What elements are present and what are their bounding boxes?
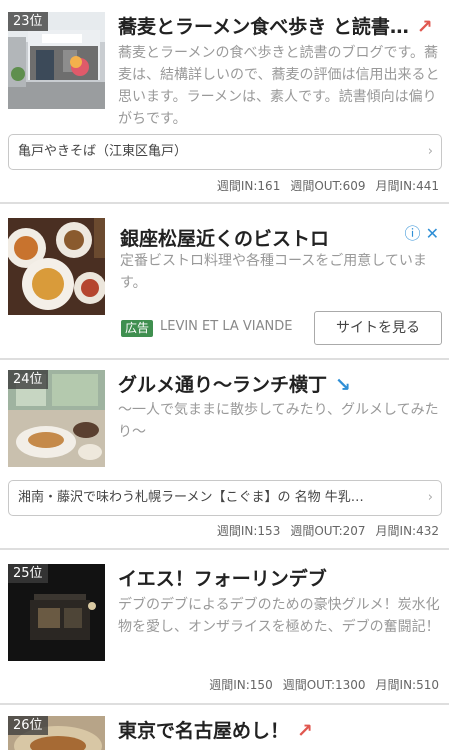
weekly-in: 週間IN:153 — [216, 524, 281, 538]
blog-title-text: 蕎麦とラーメン食べ歩き と読書… — [118, 16, 409, 38]
weekly-in: 週間IN:161 — [216, 179, 281, 193]
latest-article-link[interactable]: 湘南・藤沢で味わう札幌ラーメン【こぐま】の 名物 牛乳… › — [8, 480, 442, 516]
weekly-out: 週間OUT:1300 — [282, 678, 366, 692]
divider — [0, 202, 449, 204]
blog-thumbnail[interactable]: 25位 — [8, 564, 105, 661]
blog-title[interactable]: 東京で名古屋めし！ ↗ — [118, 718, 313, 744]
divider — [0, 703, 449, 705]
divider — [0, 548, 449, 550]
weekly-out: 週間OUT:609 — [290, 179, 366, 193]
blog-title[interactable]: イエス！フォーリンデブ — [118, 566, 327, 592]
latest-article-link[interactable]: 亀戸やきそば（江東区亀戸） › — [8, 134, 442, 170]
blog-title-text: 東京で名古屋めし！ — [118, 720, 290, 742]
blog-thumbnail[interactable]: 26位 — [8, 716, 105, 750]
blog-description: デブのデブによるデブのための豪快グルメ！炭水化物を愛し、オンザライスを極めた、デ… — [118, 597, 440, 635]
access-stats: 週間IN:161 週間OUT:609 月間IN:441 — [207, 177, 439, 194]
blog-thumbnail[interactable]: 24位 — [8, 370, 105, 467]
monthly-in: 月間IN:510 — [375, 678, 439, 692]
ad-image[interactable] — [8, 218, 105, 315]
chevron-right-icon: › — [427, 490, 433, 505]
blog-description: 蕎麦とラーメンの食べ歩きと読書のブログです。蕎麦は、結構詳しいので、蕎麦の評価は… — [118, 45, 440, 127]
ad-choices: ⓘ ✕ — [404, 220, 439, 244]
blog-title[interactable]: 蕎麦とラーメン食べ歩き と読書… ↗ — [118, 14, 433, 40]
trend-up-icon: ↗ — [297, 720, 313, 742]
latest-article-title: 湘南・藤沢で味わう札幌ラーメン【こぐま】の 名物 牛乳… — [18, 490, 364, 505]
trend-down-icon: ↘ — [335, 374, 351, 396]
blog-description: 〜一人で気ままに散歩してみたり、グルメしてみたり〜 — [118, 402, 439, 440]
ad-title[interactable]: 銀座松屋近くのビストロ — [120, 224, 329, 251]
divider — [0, 358, 449, 360]
rank-badge: 23位 — [8, 12, 48, 31]
monthly-in: 月間IN:441 — [375, 179, 439, 193]
blog-title[interactable]: グルメ通り〜ランチ横丁 ↘ — [118, 372, 351, 398]
weekly-in: 週間IN:150 — [209, 678, 273, 692]
ad-description: 定番ビストロ料理や各種コースをご用意しています。 — [120, 253, 427, 291]
chevron-right-icon: › — [427, 144, 433, 159]
trend-up-icon: ↗ — [416, 16, 433, 38]
blog-title-text: イエス！フォーリンデブ — [118, 568, 327, 590]
rank-badge: 24位 — [8, 370, 48, 389]
weekly-out: 週間OUT:207 — [290, 524, 366, 538]
visit-site-button[interactable]: サイトを見る — [314, 311, 442, 345]
close-icon[interactable]: ✕ — [426, 224, 439, 243]
access-stats: 週間IN:150 週間OUT:1300 月間IN:510 — [199, 676, 439, 693]
access-stats: 週間IN:153 週間OUT:207 月間IN:432 — [207, 522, 439, 539]
ad-badge: 広告 — [121, 320, 154, 337]
monthly-in: 月間IN:432 — [375, 524, 439, 538]
rank-badge: 25位 — [8, 564, 48, 583]
blog-title-text: グルメ通り〜ランチ横丁 — [118, 374, 328, 396]
blog-thumbnail[interactable]: 23位 — [8, 12, 105, 109]
rank-badge: 26位 — [8, 716, 48, 735]
ad-advertiser: LEVIN ET LA VIANDE — [160, 319, 293, 334]
food-image — [8, 218, 105, 315]
latest-article-title: 亀戸やきそば（江東区亀戸） — [18, 144, 188, 159]
info-icon[interactable]: ⓘ — [404, 224, 420, 243]
